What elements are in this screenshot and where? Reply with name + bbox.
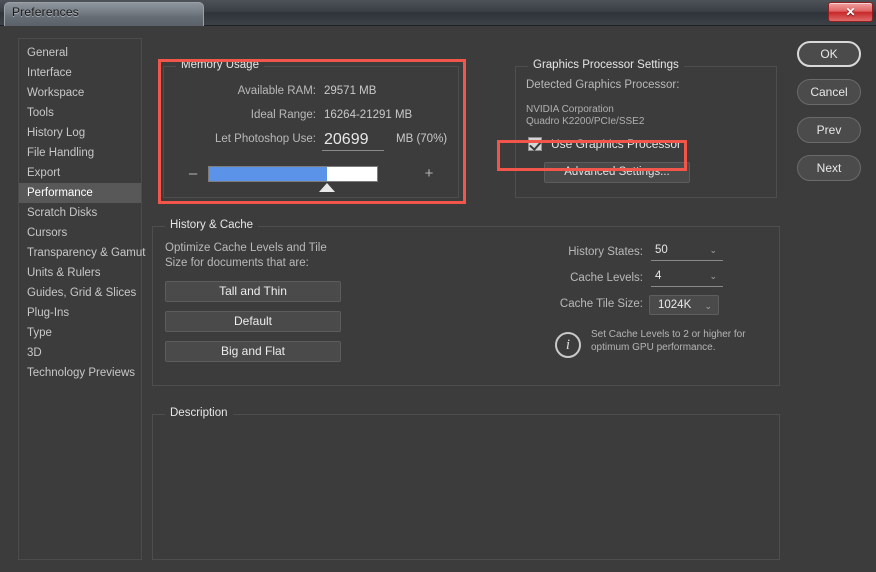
sidebar-item-cursors[interactable]: Cursors — [19, 223, 141, 243]
memory-slider[interactable]: – + — [182, 165, 440, 193]
title-bar: Preferences ✕ — [0, 0, 876, 26]
cache-info-text: Set Cache Levels to 2 or higher for opti… — [591, 328, 746, 354]
sidebar-item-3d[interactable]: 3D — [19, 343, 141, 363]
big-and-flat-button[interactable]: Big and Flat — [165, 341, 341, 362]
slider-increase-icon[interactable]: + — [422, 166, 436, 181]
ok-button[interactable]: OK — [797, 41, 861, 67]
gpu-vendor: NVIDIA Corporation — [526, 104, 614, 115]
ideal-range-value: 16264-21291 MB — [324, 109, 413, 121]
sidebar-item-general[interactable]: General — [19, 43, 141, 63]
sidebar-item-export[interactable]: Export — [19, 163, 141, 183]
history-states-label: History States: — [568, 246, 643, 258]
cache-levels-label: Cache Levels: — [570, 272, 643, 284]
graphics-processor-group: Graphics Processor Settings Detected Gra… — [515, 59, 777, 198]
use-graphics-processor-label: Use Graphics Processor — [551, 137, 682, 151]
cache-tile-size-label: Cache Tile Size: — [559, 298, 643, 310]
slider-track[interactable] — [208, 166, 378, 182]
advanced-settings-button[interactable]: Advanced Settings... — [544, 162, 690, 183]
sidebar-item-units-rulers[interactable]: Units & Rulers — [19, 263, 141, 283]
chevron-down-icon[interactable]: ⌄ — [709, 271, 717, 282]
gpu-model: Quadro K2200/PCIe/SSE2 — [526, 116, 645, 127]
sidebar-item-transparency-gamut[interactable]: Transparency & Gamut — [19, 243, 145, 263]
sidebar-item-scratch-disks[interactable]: Scratch Disks — [19, 203, 141, 223]
sidebar-item-workspace[interactable]: Workspace — [19, 83, 141, 103]
preferences-category-list[interactable]: General Interface Workspace Tools Histor… — [18, 38, 145, 560]
default-button[interactable]: Default — [165, 311, 341, 332]
sidebar-item-type[interactable]: Type — [19, 323, 141, 343]
optimize-hint: Optimize Cache Levels and Tile Size for … — [165, 241, 327, 271]
cache-info-line1: Set Cache Levels to 2 or higher for — [591, 329, 746, 340]
sidebar-item-technology-previews[interactable]: Technology Previews — [19, 363, 141, 383]
history-cache-group: History & Cache Optimize Cache Levels an… — [152, 219, 780, 386]
slider-thumb[interactable] — [319, 183, 335, 192]
let-photoshop-use-suffix: MB (70%) — [396, 133, 448, 145]
cache-info-line2: optimum GPU performance. — [591, 342, 716, 353]
sidebar-item-history-log[interactable]: History Log — [19, 123, 141, 143]
use-graphics-processor-row[interactable]: Use Graphics Processor — [528, 137, 681, 151]
let-photoshop-use-input[interactable]: 20699 — [322, 131, 384, 151]
optimize-hint-line1: Optimize Cache Levels and Tile — [165, 242, 327, 254]
slider-decrease-icon[interactable]: – — [186, 166, 200, 181]
chevron-down-icon[interactable]: ⌄ — [704, 297, 712, 315]
detected-gpu-label: Detected Graphics Processor: — [526, 79, 680, 91]
sidebar-item-guides-grid-slices[interactable]: Guides, Grid & Slices — [19, 283, 141, 303]
available-ram-value: 29571 MB — [324, 85, 377, 97]
history-states-value: 50 — [655, 244, 668, 256]
window-title: Preferences — [12, 5, 79, 19]
cancel-button[interactable]: Cancel — [797, 79, 861, 105]
cache-tile-size-dropdown[interactable]: 1024K ⌄ — [649, 295, 719, 315]
sidebar-item-tools[interactable]: Tools — [19, 103, 141, 123]
slider-fill — [209, 167, 327, 181]
info-icon: i — [555, 332, 581, 358]
description-group: Description — [152, 407, 780, 560]
description-title: Description — [165, 407, 233, 419]
cache-levels-input[interactable]: 4 ⌄ — [651, 270, 723, 287]
available-ram-label: Available RAM: — [237, 85, 316, 97]
prev-button[interactable]: Prev — [797, 117, 861, 143]
close-icon[interactable]: ✕ — [828, 2, 873, 22]
cache-levels-value: 4 — [655, 270, 662, 282]
chevron-down-icon[interactable]: ⌄ — [709, 245, 717, 256]
sidebar-item-file-handling[interactable]: File Handling — [19, 143, 141, 163]
sidebar-item-performance[interactable]: Performance — [19, 183, 141, 203]
ideal-range-label: Ideal Range: — [250, 109, 316, 121]
tall-and-thin-button[interactable]: Tall and Thin — [165, 281, 341, 302]
history-states-input[interactable]: 50 ⌄ — [651, 244, 723, 261]
dialog-body: General Interface Workspace Tools Histor… — [0, 26, 876, 572]
optimize-hint-line2: Size for documents that are: — [165, 257, 309, 269]
memory-usage-title: Memory Usage — [176, 59, 264, 71]
preferences-window: Preferences ✕ General Interface Workspac… — [0, 0, 876, 572]
cache-tile-size-value: 1024K — [658, 299, 692, 311]
history-cache-title: History & Cache — [165, 219, 259, 231]
let-photoshop-use-label: Let Photoshop Use: — [214, 133, 316, 145]
next-button[interactable]: Next — [797, 155, 861, 181]
graphics-processor-title: Graphics Processor Settings — [528, 59, 684, 71]
use-graphics-processor-checkbox[interactable] — [528, 137, 542, 151]
sidebar-item-plug-ins[interactable]: Plug-Ins — [19, 303, 141, 323]
memory-usage-group: Memory Usage Available RAM: 29571 MB Ide… — [163, 59, 459, 198]
sidebar-item-interface[interactable]: Interface — [19, 63, 141, 83]
